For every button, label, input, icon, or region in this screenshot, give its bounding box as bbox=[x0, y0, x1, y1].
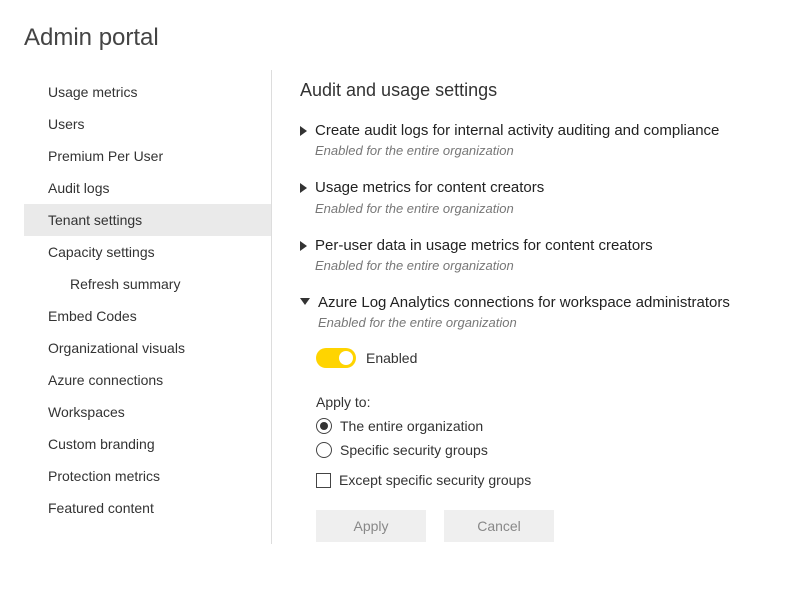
checkbox-except-groups[interactable]: Except specific security groups bbox=[316, 472, 808, 488]
radio-specific-groups[interactable]: Specific security groups bbox=[316, 442, 808, 458]
setting-usage-metrics-creators[interactable]: Usage metrics for content creators Enabl… bbox=[300, 178, 808, 215]
setting-title: Create audit logs for internal activity … bbox=[315, 121, 808, 141]
sidebar-item-featured-content[interactable]: Featured content bbox=[24, 492, 271, 524]
sidebar-item-users[interactable]: Users bbox=[24, 108, 271, 140]
apply-button[interactable]: Apply bbox=[316, 510, 426, 542]
section-heading: Audit and usage settings bbox=[300, 80, 808, 101]
radio-icon bbox=[316, 442, 332, 458]
sidebar-item-label: Capacity settings bbox=[48, 244, 155, 260]
setting-azure-log-analytics[interactable]: Azure Log Analytics connections for work… bbox=[300, 293, 808, 330]
radio-label: The entire organization bbox=[340, 418, 483, 434]
sidebar-item-premium-per-user[interactable]: Premium Per User bbox=[24, 140, 271, 172]
enabled-toggle[interactable] bbox=[316, 348, 356, 368]
sidebar-item-label: Workspaces bbox=[48, 404, 125, 420]
setting-audit-logs[interactable]: Create audit logs for internal activity … bbox=[300, 121, 808, 158]
collapse-icon[interactable] bbox=[300, 298, 310, 305]
setting-status: Enabled for the entire organization bbox=[315, 143, 808, 158]
enabled-toggle-row: Enabled bbox=[316, 348, 808, 368]
sidebar-item-audit-logs[interactable]: Audit logs bbox=[24, 172, 271, 204]
main-layout: Usage metrics Users Premium Per User Aud… bbox=[0, 70, 808, 544]
apply-to-label: Apply to: bbox=[316, 394, 808, 410]
setting-body: Azure Log Analytics connections for work… bbox=[318, 293, 808, 330]
setting-title: Azure Log Analytics connections for work… bbox=[318, 293, 808, 313]
sidebar-item-capacity-settings[interactable]: Capacity settings bbox=[24, 236, 271, 268]
expand-icon[interactable] bbox=[300, 126, 307, 136]
sidebar-item-tenant-settings[interactable]: Tenant settings bbox=[24, 204, 271, 236]
sidebar-item-usage-metrics[interactable]: Usage metrics bbox=[24, 76, 271, 108]
sidebar-item-label: Custom branding bbox=[48, 436, 155, 452]
sidebar-item-workspaces[interactable]: Workspaces bbox=[24, 396, 271, 428]
radio-label: Specific security groups bbox=[340, 442, 488, 458]
toggle-label: Enabled bbox=[366, 350, 417, 366]
setting-status: Enabled for the entire organization bbox=[315, 258, 808, 273]
checkbox-label: Except specific security groups bbox=[339, 472, 531, 488]
page-title: Admin portal bbox=[0, 0, 808, 70]
sidebar-item-label: Embed Codes bbox=[48, 308, 137, 324]
setting-body: Usage metrics for content creators Enabl… bbox=[315, 178, 808, 215]
sidebar-item-azure-connections[interactable]: Azure connections bbox=[24, 364, 271, 396]
sidebar-item-label: Users bbox=[48, 116, 85, 132]
sidebar-item-label: Tenant settings bbox=[48, 212, 142, 228]
setting-body: Create audit logs for internal activity … bbox=[315, 121, 808, 158]
checkbox-icon bbox=[316, 473, 331, 488]
sidebar-item-organizational-visuals[interactable]: Organizational visuals bbox=[24, 332, 271, 364]
sidebar-item-custom-branding[interactable]: Custom branding bbox=[24, 428, 271, 460]
sidebar-item-label: Premium Per User bbox=[48, 148, 163, 164]
sidebar-item-label: Protection metrics bbox=[48, 468, 160, 484]
setting-per-user-data[interactable]: Per-user data in usage metrics for conte… bbox=[300, 236, 808, 273]
sidebar-item-label: Usage metrics bbox=[48, 84, 137, 100]
button-row: Apply Cancel bbox=[316, 510, 808, 542]
setting-body: Per-user data in usage metrics for conte… bbox=[315, 236, 808, 273]
sidebar-item-protection-metrics[interactable]: Protection metrics bbox=[24, 460, 271, 492]
sidebar-item-label: Audit logs bbox=[48, 180, 109, 196]
setting-status: Enabled for the entire organization bbox=[315, 201, 808, 216]
setting-status: Enabled for the entire organization bbox=[318, 315, 808, 330]
content: Audit and usage settings Create audit lo… bbox=[272, 70, 808, 544]
expand-icon[interactable] bbox=[300, 183, 307, 193]
sidebar-item-label: Featured content bbox=[48, 500, 154, 516]
setting-title: Usage metrics for content creators bbox=[315, 178, 808, 198]
expanded-setting-panel: Enabled Apply to: The entire organizatio… bbox=[300, 348, 808, 542]
sidebar-item-label: Organizational visuals bbox=[48, 340, 185, 356]
cancel-button[interactable]: Cancel bbox=[444, 510, 554, 542]
sidebar: Usage metrics Users Premium Per User Aud… bbox=[24, 70, 272, 544]
expand-icon[interactable] bbox=[300, 241, 307, 251]
toggle-knob-icon bbox=[339, 351, 353, 365]
sidebar-item-label: Azure connections bbox=[48, 372, 163, 388]
sidebar-item-embed-codes[interactable]: Embed Codes bbox=[24, 300, 271, 332]
sidebar-subitem-refresh-summary[interactable]: Refresh summary bbox=[24, 268, 271, 300]
setting-title: Per-user data in usage metrics for conte… bbox=[315, 236, 808, 256]
sidebar-item-label: Refresh summary bbox=[70, 276, 180, 292]
radio-icon bbox=[316, 418, 332, 434]
radio-entire-org[interactable]: The entire organization bbox=[316, 418, 808, 434]
